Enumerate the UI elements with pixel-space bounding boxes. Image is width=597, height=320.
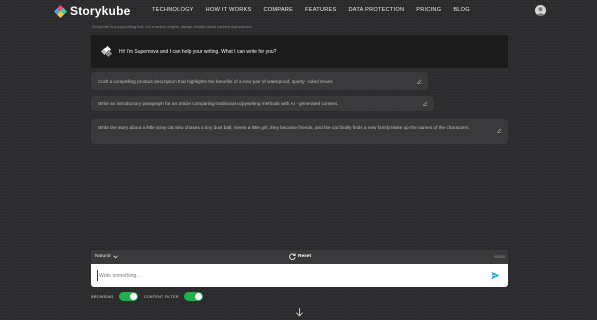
suggested-prompt[interactable]: Craft a compelling product description t… (91, 72, 428, 90)
tone-select[interactable]: Natural (95, 254, 119, 259)
reset-label: Reset (298, 254, 312, 259)
menu-item-data-protection[interactable]: DATA PROTECTION (349, 7, 405, 13)
browsing-toggle[interactable] (118, 292, 138, 301)
reset-button[interactable]: Reset (289, 253, 311, 260)
composer-toggles: BROWSING CONTENT FILTER (91, 292, 203, 301)
assistant-greeting: Hi! I'm Supernova and I can help your wr… (119, 48, 277, 55)
content-filter-toggle-label: CONTENT FILTER (143, 294, 179, 299)
menu-item-pricing[interactable]: PRICING (416, 7, 441, 13)
suggested-prompt[interactable]: Write an introductory paragraph for an a… (91, 96, 434, 111)
main-menu: TECHNOLOGY HOW IT WORKS COMPARE FEATURES… (152, 7, 470, 13)
tone-select-value: Natural (95, 254, 111, 259)
menu-item-compare[interactable]: COMPARE (263, 7, 293, 13)
chevron-down-icon (113, 254, 119, 258)
pencil-icon[interactable] (417, 78, 422, 84)
menu-item-how-it-works[interactable]: HOW IT WORKS (206, 7, 252, 13)
disclaimer-text: Storykube is a copywriting tool, not a s… (92, 25, 253, 29)
top-navigation: Storykube TECHNOLOGY HOW IT WORKS COMPAR… (0, 0, 597, 22)
suggested-prompt[interactable]: Write the story about a little stray cat… (91, 119, 508, 144)
pencil-icon[interactable] (497, 128, 502, 133)
message-input[interactable] (97, 270, 477, 281)
assistant-message: Hi! I'm Supernova and I can help your wr… (91, 35, 508, 68)
menu-item-technology[interactable]: TECHNOLOGY (152, 7, 194, 13)
menu-item-features[interactable]: FEATURES (305, 7, 336, 13)
user-avatar-icon[interactable] (535, 5, 546, 16)
message-composer (91, 264, 508, 287)
refresh-icon (289, 253, 296, 260)
character-counter: 0/2000 (494, 255, 505, 259)
arrow-down-icon[interactable] (295, 307, 304, 317)
storykube-logo-icon (53, 4, 68, 18)
send-icon[interactable] (491, 271, 500, 280)
brand-name: Storykube (70, 4, 131, 18)
suggested-prompt-text: Write an introductory paragraph for an a… (98, 101, 339, 106)
composer-settings-bar: Natural Reset 0/2000 (91, 250, 508, 264)
assistant-avatar-icon (100, 45, 113, 57)
browsing-toggle-label: BROWSING (91, 294, 114, 299)
pencil-icon[interactable] (423, 101, 428, 106)
suggested-prompt-text: Craft a compelling product description t… (98, 78, 334, 84)
brand[interactable]: Storykube (53, 4, 131, 18)
suggested-prompt-text: Write the story about a little stray cat… (98, 125, 470, 130)
menu-item-blog[interactable]: BLOG (453, 7, 470, 13)
content-filter-toggle[interactable] (183, 292, 203, 301)
